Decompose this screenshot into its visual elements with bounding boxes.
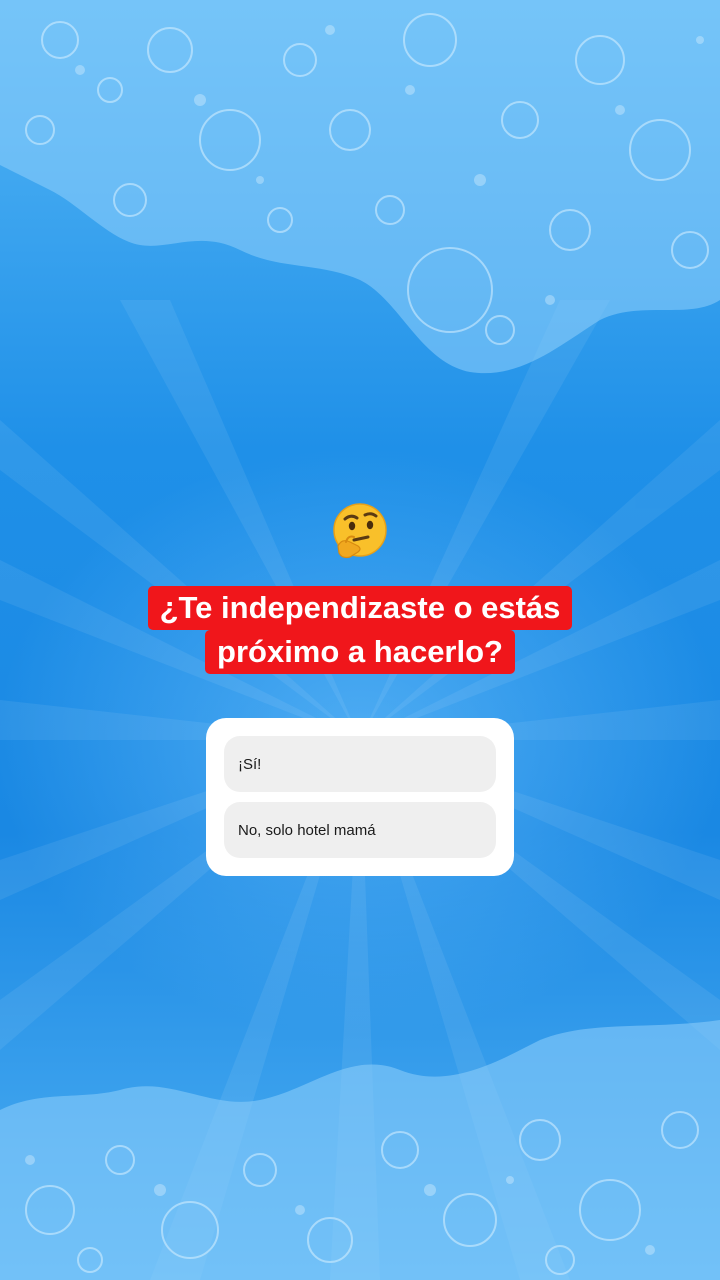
question-line-1: ¿Te independizaste o estás (147, 586, 573, 630)
poll-option-yes[interactable]: ¡Sí! (224, 736, 496, 792)
question-line-2: próximo a hacerlo? (205, 630, 515, 674)
poll-option-no[interactable]: No, solo hotel mamá (224, 802, 496, 858)
foam-bottom-decoration (0, 1020, 720, 1280)
foam-top-decoration (0, 0, 720, 374)
poll-sticker: ¡Sí! No, solo hotel mamá (206, 718, 514, 876)
poll-option-label: No, solo hotel mamá (238, 821, 376, 839)
thinking-face-icon (333, 503, 387, 559)
question-text-block: ¿Te independizaste o estás próximo a hac… (0, 586, 720, 674)
poll-option-label: ¡Sí! (238, 755, 262, 773)
